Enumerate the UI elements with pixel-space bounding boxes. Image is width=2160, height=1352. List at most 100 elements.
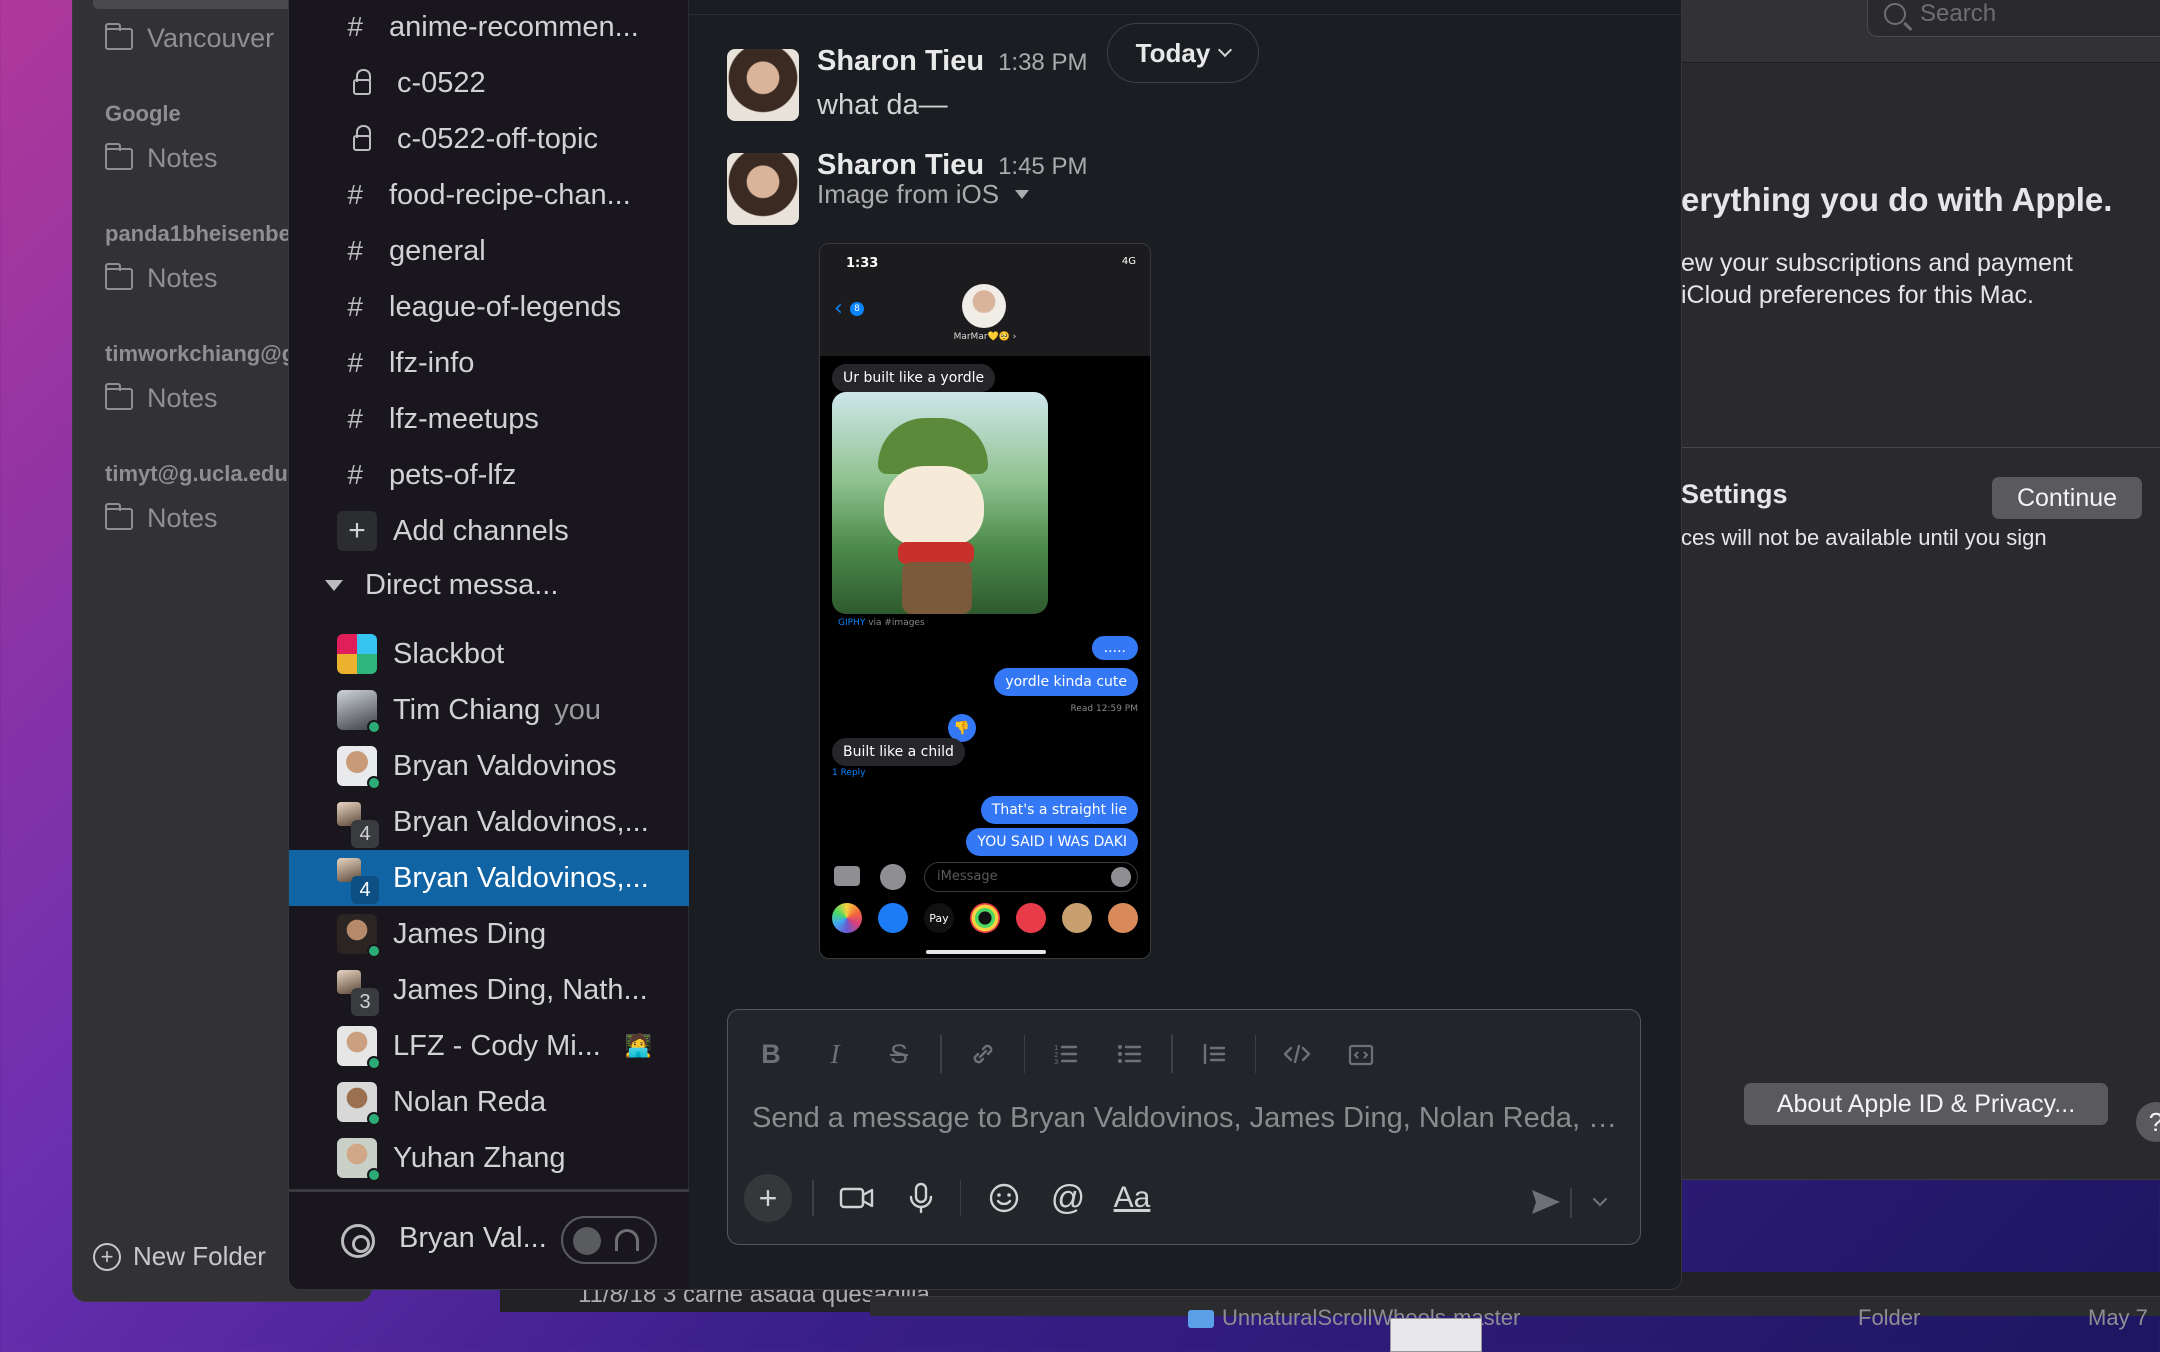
code-icon[interactable] — [1274, 1032, 1320, 1076]
message-timestamp[interactable]: 1:38 PM — [998, 49, 1087, 76]
svg-text:3: 3 — [1054, 1058, 1058, 1066]
back-chevron-icon: ‹ — [834, 296, 843, 321]
dock-thumbnail[interactable] — [1390, 1318, 1482, 1352]
italic-icon[interactable]: I — [812, 1032, 858, 1076]
member-count: 4 — [351, 820, 379, 848]
folder-notes-timwork[interactable]: Notes — [105, 382, 218, 414]
blockquote-icon[interactable] — [1191, 1032, 1237, 1076]
emoji-icon[interactable] — [979, 1173, 1029, 1223]
message-input[interactable]: Send a message to Bryan Valdovinos, Jame… — [752, 1102, 1622, 1135]
folder-notes-timyt[interactable]: Notes — [105, 502, 218, 534]
dm-nolan-reda[interactable]: Nolan Reda — [289, 1074, 689, 1130]
about-apple-id-button[interactable]: About Apple ID & Privacy... — [1744, 1083, 2108, 1125]
send-icon[interactable] — [1524, 1182, 1568, 1222]
channel-c-0522-off-topic[interactable]: c-0522-off-topic — [289, 111, 689, 167]
ordered-list-icon[interactable]: 123 — [1043, 1032, 1089, 1076]
message-author[interactable]: Sharon Tieu — [817, 149, 984, 181]
folder-vancouver[interactable]: Vancouver — [105, 22, 274, 54]
audio-icon — [1111, 867, 1131, 887]
app-store-icon — [880, 864, 906, 890]
link-icon[interactable] — [960, 1032, 1006, 1076]
imessage-placeholder: iMessage — [937, 869, 998, 884]
folder-icon — [105, 142, 133, 170]
avatar[interactable] — [727, 153, 799, 225]
account-timwork: timworkchiang@g — [105, 341, 296, 366]
channel-lfz-info[interactable]: # lfz-info — [289, 335, 689, 391]
schedule-chevron-icon[interactable] — [1586, 1188, 1614, 1216]
dm-slackbot[interactable]: Slackbot — [289, 626, 689, 682]
channel-c-0522[interactable]: c-0522 — [289, 55, 689, 111]
folder-notes-panda[interactable]: Notes — [105, 262, 218, 294]
bulleted-list-icon[interactable] — [1107, 1032, 1153, 1076]
account-timyt: timyt@g.ucla.edu — [105, 461, 288, 486]
channel-label: lfz-info — [389, 346, 475, 379]
new-folder-button[interactable]: + New Folder — [93, 1241, 266, 1272]
text-format-icon[interactable]: Aa — [1107, 1173, 1157, 1223]
bold-icon[interactable]: B — [748, 1032, 794, 1076]
hash-icon: # — [347, 347, 363, 378]
avatar — [337, 914, 381, 958]
dm-yuhan-zhang[interactable]: Yuhan Zhang — [289, 1130, 689, 1186]
dm-lfz-cody[interactable]: LFZ - Cody Mi... 🧑‍💻 — [289, 1018, 689, 1074]
channel-pets-of-lfz[interactable]: # pets-of-lfz — [289, 447, 689, 503]
prefs-titlebar: Search — [1661, 0, 2160, 63]
dm-label: Slackbot — [393, 637, 505, 670]
dm-tim-chiang[interactable]: Tim Chiang you — [289, 682, 689, 738]
slackbot-avatar — [337, 634, 377, 674]
bubble-outgoing: yordle kinda cute — [994, 668, 1138, 696]
avatar[interactable] — [727, 49, 799, 121]
dm-bryan-valdovinos[interactable]: Bryan Valdovinos — [289, 738, 689, 794]
system-preferences-window: Search erything you do with Apple. ew yo… — [1660, 0, 2160, 1180]
video-clip-icon[interactable] — [832, 1173, 882, 1223]
app-store-icon — [878, 903, 908, 933]
channel-general[interactable]: # general — [289, 223, 689, 279]
bubble-outgoing: That's a straight lie — [980, 796, 1138, 824]
lock-icon — [353, 125, 371, 151]
apple-id-heading: erything you do with Apple. — [1681, 181, 2113, 218]
contact-avatar — [962, 284, 1006, 328]
dm-james-ding[interactable]: James Ding — [289, 906, 689, 962]
attach-plus-icon[interactable]: + — [744, 1174, 792, 1222]
settings-description: ces will not be available until you sign — [1681, 525, 2047, 550]
search-field[interactable]: Search — [1867, 0, 2160, 37]
mention-icon[interactable]: @ — [1043, 1173, 1093, 1223]
dm-label: James Ding — [393, 917, 547, 950]
strikethrough-icon[interactable]: S — [876, 1032, 922, 1076]
image-attachment-label[interactable]: Image from iOS — [817, 179, 1030, 210]
dm-group-bryan-1[interactable]: 4 Bryan Valdovinos,... — [289, 794, 689, 850]
huddle-toggle[interactable] — [561, 1216, 657, 1264]
gif-body — [902, 562, 972, 614]
read-receipt: Read 12:59 PM — [1070, 704, 1138, 714]
dm-header-label: Direct messa... — [365, 569, 559, 601]
microphone-icon[interactable] — [896, 1173, 946, 1223]
direct-messages-header[interactable]: Direct messa... — [325, 569, 558, 602]
message-timestamp[interactable]: 1:45 PM — [998, 153, 1087, 180]
avatar — [337, 746, 381, 790]
member-count: 3 — [351, 988, 379, 1016]
channel-label: c-0522-off-topic — [397, 122, 598, 155]
hash-icon: # — [347, 291, 363, 322]
image-attachment[interactable]: 1:33 4G ‹ 8 MarMar💛🥺 › Ur built like a y… — [819, 243, 1151, 959]
channel-league-of-legends[interactable]: # league-of-legends — [289, 279, 689, 335]
finder-date: May 7 — [2088, 1305, 2148, 1330]
code-block-icon[interactable] — [1338, 1032, 1384, 1076]
phone-header: 1:33 4G ‹ 8 MarMar💛🥺 › — [820, 244, 1150, 356]
dm-group-bryan-2-active[interactable]: 4 Bryan Valdovinos,... — [289, 850, 689, 906]
chevron-down-icon — [1218, 42, 1233, 58]
channel-anime-recommendations[interactable]: # anime-recommen... — [289, 0, 689, 55]
new-folder-label: New Folder — [133, 1241, 266, 1271]
message-author[interactable]: Sharon Tieu — [817, 45, 984, 77]
pane-header-edge — [689, 0, 1681, 15]
caret-down-icon — [325, 580, 343, 591]
dm-label: Nolan Reda — [393, 1085, 547, 1118]
continue-button[interactable]: Continue — [1992, 477, 2142, 519]
memoji-icon — [1062, 903, 1092, 933]
finder-kind: Folder — [1858, 1305, 1921, 1330]
add-channels-button[interactable]: + Add channels — [289, 503, 689, 559]
search-placeholder: Search — [1920, 0, 1997, 27]
channel-food-recipe[interactable]: # food-recipe-chan... — [289, 167, 689, 223]
dm-group-james[interactable]: 3 James Ding, Nath... — [289, 962, 689, 1018]
folder-notes-google[interactable]: Notes — [105, 142, 218, 174]
date-divider-button[interactable]: Today — [1107, 23, 1259, 83]
channel-lfz-meetups[interactable]: # lfz-meetups — [289, 391, 689, 447]
